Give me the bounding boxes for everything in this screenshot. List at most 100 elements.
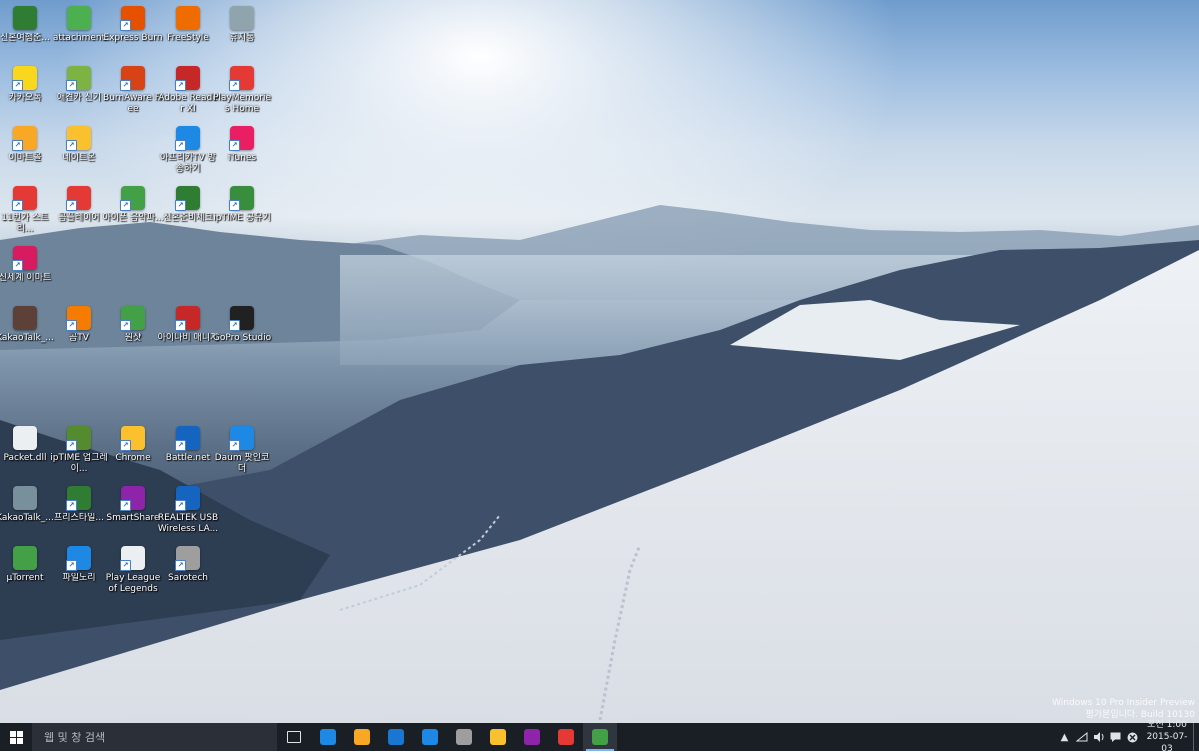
desktop-icon-label: Play League of Legends bbox=[105, 573, 161, 594]
desktop-icon-label: 네이트온 bbox=[62, 153, 96, 163]
network-icon[interactable] bbox=[1073, 723, 1090, 751]
desktop-icon[interactable]: ↗ 프리스타일... bbox=[50, 486, 108, 524]
taskbar-button[interactable] bbox=[447, 723, 481, 751]
shortcut-arrow-icon: ↗ bbox=[229, 440, 240, 451]
clock-date: 2015-07-03 bbox=[1146, 732, 1188, 754]
desktop-icon[interactable]: ↗ iTunes bbox=[213, 126, 271, 164]
desktop-icon-label: Daum 팟인코더 bbox=[214, 453, 270, 474]
volume-icon[interactable] bbox=[1090, 723, 1107, 751]
desktop-icon[interactable]: ↗ PlayMemories Home bbox=[213, 66, 271, 115]
desktop-icon-label: 애견카 신기 bbox=[56, 93, 102, 103]
desktop-icon[interactable]: ↗ ipTIME 업그레이... bbox=[50, 426, 108, 475]
desktop-icon-label: 곰플레이어 bbox=[58, 213, 100, 223]
desktop-icon[interactable]: ↗ 곰플레이어 bbox=[50, 186, 108, 224]
desktop-icon-label: Sarotech bbox=[168, 573, 208, 583]
desktop-icon[interactable]: ↗ 파일노리 bbox=[50, 546, 108, 584]
desktop-icon[interactable]: 휴지통 bbox=[213, 6, 271, 44]
desktop-icon[interactable]: ↗ 곰TV bbox=[50, 306, 108, 344]
taskbar-button[interactable] bbox=[481, 723, 515, 751]
desktop-icon-label: BurnAware Free bbox=[103, 93, 163, 114]
shortcut-arrow-icon: ↗ bbox=[120, 20, 131, 31]
pinned-apps bbox=[277, 723, 617, 751]
taskbar-button[interactable] bbox=[549, 723, 583, 751]
desktop-icon[interactable]: ↗ 신세계 이마트 bbox=[0, 246, 54, 284]
desktop-icon[interactable]: ↗ ipTIME 공유기 bbox=[213, 186, 271, 224]
taskbar-button[interactable] bbox=[583, 723, 617, 751]
desktop-icon[interactable]: ↗ Chrome bbox=[104, 426, 162, 464]
desktop-icon[interactable]: ↗ 아이나비 매니저 bbox=[158, 306, 218, 344]
chevron-up-icon: ▲ bbox=[1060, 731, 1069, 743]
desktop-icon[interactable]: ↗ 신혼준비체크 bbox=[159, 186, 217, 224]
windows-logo-icon bbox=[9, 730, 23, 744]
shortcut-arrow-icon: ↗ bbox=[175, 320, 186, 331]
shortcut-arrow-icon: ↗ bbox=[175, 440, 186, 451]
desktop-icon-label: 원샷 bbox=[124, 333, 142, 343]
desktop-icon-label: iTunes bbox=[227, 153, 257, 163]
desktop-icon[interactable]: ↗ 11번가 스트리... bbox=[0, 186, 54, 235]
desktop-icon[interactable]: ↗ Battle.net bbox=[159, 426, 217, 464]
desktop-icon[interactable]: FreeStyle bbox=[159, 6, 217, 44]
basketball-icon bbox=[176, 6, 200, 30]
shortcut-arrow-icon: ↗ bbox=[175, 500, 186, 511]
desktop-icon[interactable]: ↗ Sarotech bbox=[159, 546, 217, 584]
playmemories-icon: ↗ bbox=[229, 66, 254, 91]
desktop-icon[interactable]: ↗ 아프리카TV 방송하기 bbox=[159, 126, 217, 175]
desktop[interactable]: 신혼여행준... attachment ↗ Express Burn FreeStyle… bbox=[0, 0, 1199, 723]
desktop-icon[interactable]: ↗ 원샷 bbox=[104, 306, 162, 344]
start-button[interactable] bbox=[0, 723, 32, 751]
show-desktop-button[interactable] bbox=[1193, 723, 1199, 751]
taskbar-button[interactable] bbox=[413, 723, 447, 751]
desktop-icon[interactable]: ↗ REALTEK USB Wireless LA... bbox=[157, 486, 219, 535]
desktop-icon[interactable]: ↗ GoPro Studio bbox=[213, 306, 271, 344]
desktop-icon[interactable]: ↗ Daum 팟인코더 bbox=[213, 426, 271, 475]
shortcut-arrow-icon: ↗ bbox=[66, 440, 77, 451]
taskbar-button[interactable] bbox=[515, 723, 549, 751]
shortcut-arrow-icon: ↗ bbox=[66, 320, 77, 331]
shortcut-arrow-icon: ↗ bbox=[120, 200, 131, 211]
desktop-icon[interactable]: µTorrent bbox=[0, 546, 54, 584]
taskbar-button[interactable] bbox=[379, 723, 413, 751]
desktop-icon[interactable]: KakaoTalk_... bbox=[0, 486, 54, 524]
store-icon bbox=[388, 729, 404, 745]
burnaware-icon: ↗ bbox=[120, 66, 145, 91]
desktop-icon[interactable]: ↗ 아이폰 음악파... bbox=[102, 186, 164, 224]
desktop-icon[interactable]: KakaoTalk_... bbox=[0, 306, 54, 344]
taskbar-button[interactable] bbox=[345, 723, 379, 751]
desktop-icon-label: REALTEK USB Wireless LA... bbox=[157, 513, 219, 534]
no-entry-icon[interactable] bbox=[1124, 723, 1141, 751]
desktop-icon-label: attachment bbox=[52, 33, 106, 43]
action-center-icon[interactable] bbox=[1107, 723, 1124, 751]
desktop-icon[interactable]: ↗ 네이트온 bbox=[50, 126, 108, 164]
clock[interactable]: 오전 1:00 2015-07-03 bbox=[1141, 719, 1193, 755]
image-file-icon bbox=[13, 486, 37, 510]
taskbar-button[interactable] bbox=[277, 723, 311, 751]
desktop-icon[interactable]: ↗ 애견카 신기 bbox=[50, 66, 108, 104]
search-box[interactable] bbox=[32, 723, 277, 751]
desktop-icon[interactable]: ↗ BurnAware Free bbox=[103, 66, 163, 115]
show-hidden-icons-button[interactable]: ▲ bbox=[1056, 723, 1073, 751]
desktop-icon[interactable]: 신혼여행준... bbox=[0, 6, 54, 44]
desktop-icon-label: 파일노리 bbox=[62, 573, 96, 583]
taskbar-button[interactable] bbox=[311, 723, 345, 751]
desktop-icon[interactable]: ↗ Play League of Legends bbox=[104, 546, 162, 595]
desktop-icon-label: SmartShare bbox=[106, 513, 160, 523]
watermark-line-1: Windows 10 Pro Insider Preview bbox=[1052, 698, 1195, 708]
desktop-icon[interactable]: attachment bbox=[50, 6, 108, 44]
search-input[interactable] bbox=[42, 729, 266, 745]
shortcut-arrow-icon: ↗ bbox=[175, 200, 186, 211]
realtek-icon: ↗ bbox=[175, 486, 200, 511]
shortcut-arrow-icon: ↗ bbox=[120, 440, 131, 451]
desktop-icon[interactable]: ↗ 이마트몰 bbox=[0, 126, 54, 164]
image-file-icon bbox=[13, 306, 37, 330]
utorrent-icon bbox=[592, 729, 608, 745]
desktop-icon-label: GoPro Studio bbox=[212, 333, 272, 343]
desktop-icon[interactable]: ↗ Express Burn bbox=[103, 6, 163, 44]
desktop-icon[interactable]: ↗ Adobe Reader XI bbox=[158, 66, 218, 115]
desktop-icon[interactable]: Packet.dll bbox=[0, 426, 54, 464]
desktop-icon[interactable]: ↗ SmartShare bbox=[104, 486, 162, 524]
shortcut-arrow-icon: ↗ bbox=[120, 560, 131, 571]
daum-potencoder-icon: ↗ bbox=[229, 426, 254, 451]
desktop-icon-label: 아이폰 음악파... bbox=[102, 213, 164, 223]
desktop-icon[interactable]: ↗ 카카오톡 bbox=[0, 66, 54, 104]
iptime-icon: ↗ bbox=[229, 186, 254, 211]
